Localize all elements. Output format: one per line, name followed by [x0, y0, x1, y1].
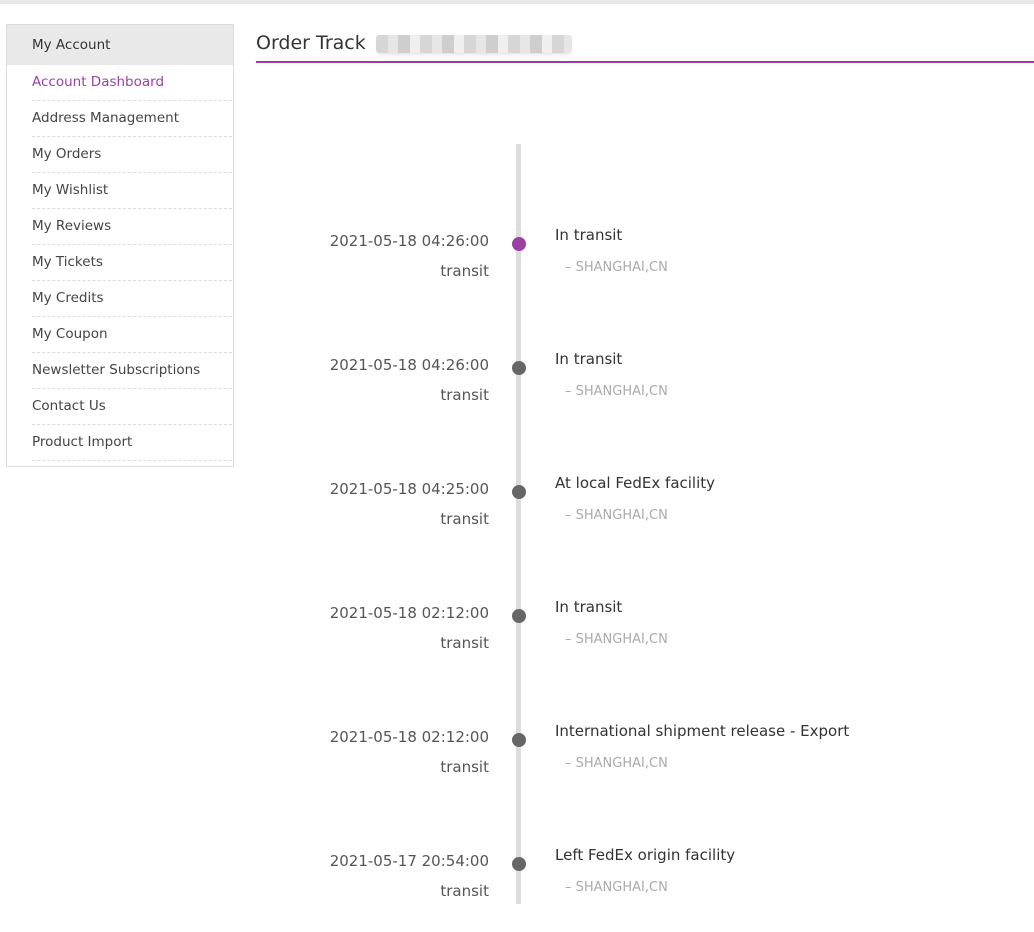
redacted-order-number [375, 34, 572, 53]
event-location: – SHANGHAI,CN [565, 756, 668, 771]
sidebar-item-product-import[interactable]: Product Import [32, 425, 232, 461]
status-dot-icon [512, 485, 526, 499]
main-content: Order Track [256, 24, 1034, 63]
event-location: – SHANGHAI,CN [565, 880, 668, 895]
sidebar-item-my-orders[interactable]: My Orders [32, 137, 232, 173]
event-description: International shipment release - Export [555, 722, 850, 740]
event-type: transit [440, 386, 489, 404]
event-type: transit [440, 262, 489, 280]
sidebar-item-newsletter-subscriptions[interactable]: Newsletter Subscriptions [32, 353, 232, 389]
page-title-text: Order Track [256, 32, 366, 54]
sidebar-menu: Account Dashboard Address Management My … [7, 65, 233, 461]
account-sidebar: My Account Account Dashboard Address Man… [6, 24, 234, 467]
event-time: 2021-05-17 20:54:00 [329, 852, 489, 870]
sidebar-item-my-reviews[interactable]: My Reviews [32, 209, 232, 245]
event-time: 2021-05-18 02:12:00 [329, 728, 489, 746]
page-header: Order Track [256, 24, 1034, 63]
top-bar [0, 0, 1034, 4]
event-time: 2021-05-18 04:26:00 [329, 356, 489, 374]
sidebar-item-my-credits[interactable]: My Credits [32, 281, 232, 317]
timeline-event: 2021-05-18 04:26:00 transit In transit –… [256, 350, 1034, 436]
event-location: – SHANGHAI,CN [565, 508, 668, 523]
event-type: transit [440, 634, 489, 652]
event-time: 2021-05-18 04:25:00 [329, 480, 489, 498]
event-type: transit [440, 882, 489, 900]
event-location: – SHANGHAI,CN [565, 384, 668, 399]
sidebar-title: My Account [7, 25, 233, 65]
event-time: 2021-05-18 02:12:00 [329, 604, 489, 622]
status-dot-icon [512, 733, 526, 747]
timeline-event: 2021-05-18 02:12:00 transit In transit –… [256, 598, 1034, 684]
event-location: – SHANGHAI,CN [565, 632, 668, 647]
current-status-dot-icon [512, 237, 526, 251]
event-description: At local FedEx facility [555, 474, 716, 492]
page-title: Order Track [256, 32, 572, 54]
status-dot-icon [512, 361, 526, 375]
sidebar-item-my-coupon[interactable]: My Coupon [32, 317, 232, 353]
sidebar-item-contact-us[interactable]: Contact Us [32, 389, 232, 425]
status-dot-icon [512, 857, 526, 871]
event-description: In transit [555, 598, 623, 616]
sidebar-item-my-wishlist[interactable]: My Wishlist [32, 173, 232, 209]
event-type: transit [440, 758, 489, 776]
event-description: Left FedEx origin facility [555, 846, 736, 864]
event-description: In transit [555, 350, 623, 368]
timeline-event: 2021-05-18 04:26:00 transit In transit –… [256, 226, 1034, 312]
status-dot-icon [512, 609, 526, 623]
sidebar-item-my-tickets[interactable]: My Tickets [32, 245, 232, 281]
event-description: In transit [555, 226, 623, 244]
sidebar-item-account-dashboard[interactable]: Account Dashboard [32, 65, 232, 101]
event-type: transit [440, 510, 489, 528]
timeline-event: 2021-05-17 20:54:00 transit Left FedEx o… [256, 846, 1034, 932]
timeline-event: 2021-05-18 04:25:00 transit At local Fed… [256, 474, 1034, 560]
sidebar-item-address-management[interactable]: Address Management [32, 101, 232, 137]
timeline-event: 2021-05-18 02:12:00 transit Internationa… [256, 722, 1034, 808]
event-time: 2021-05-18 04:26:00 [329, 232, 489, 250]
event-location: – SHANGHAI,CN [565, 260, 668, 275]
